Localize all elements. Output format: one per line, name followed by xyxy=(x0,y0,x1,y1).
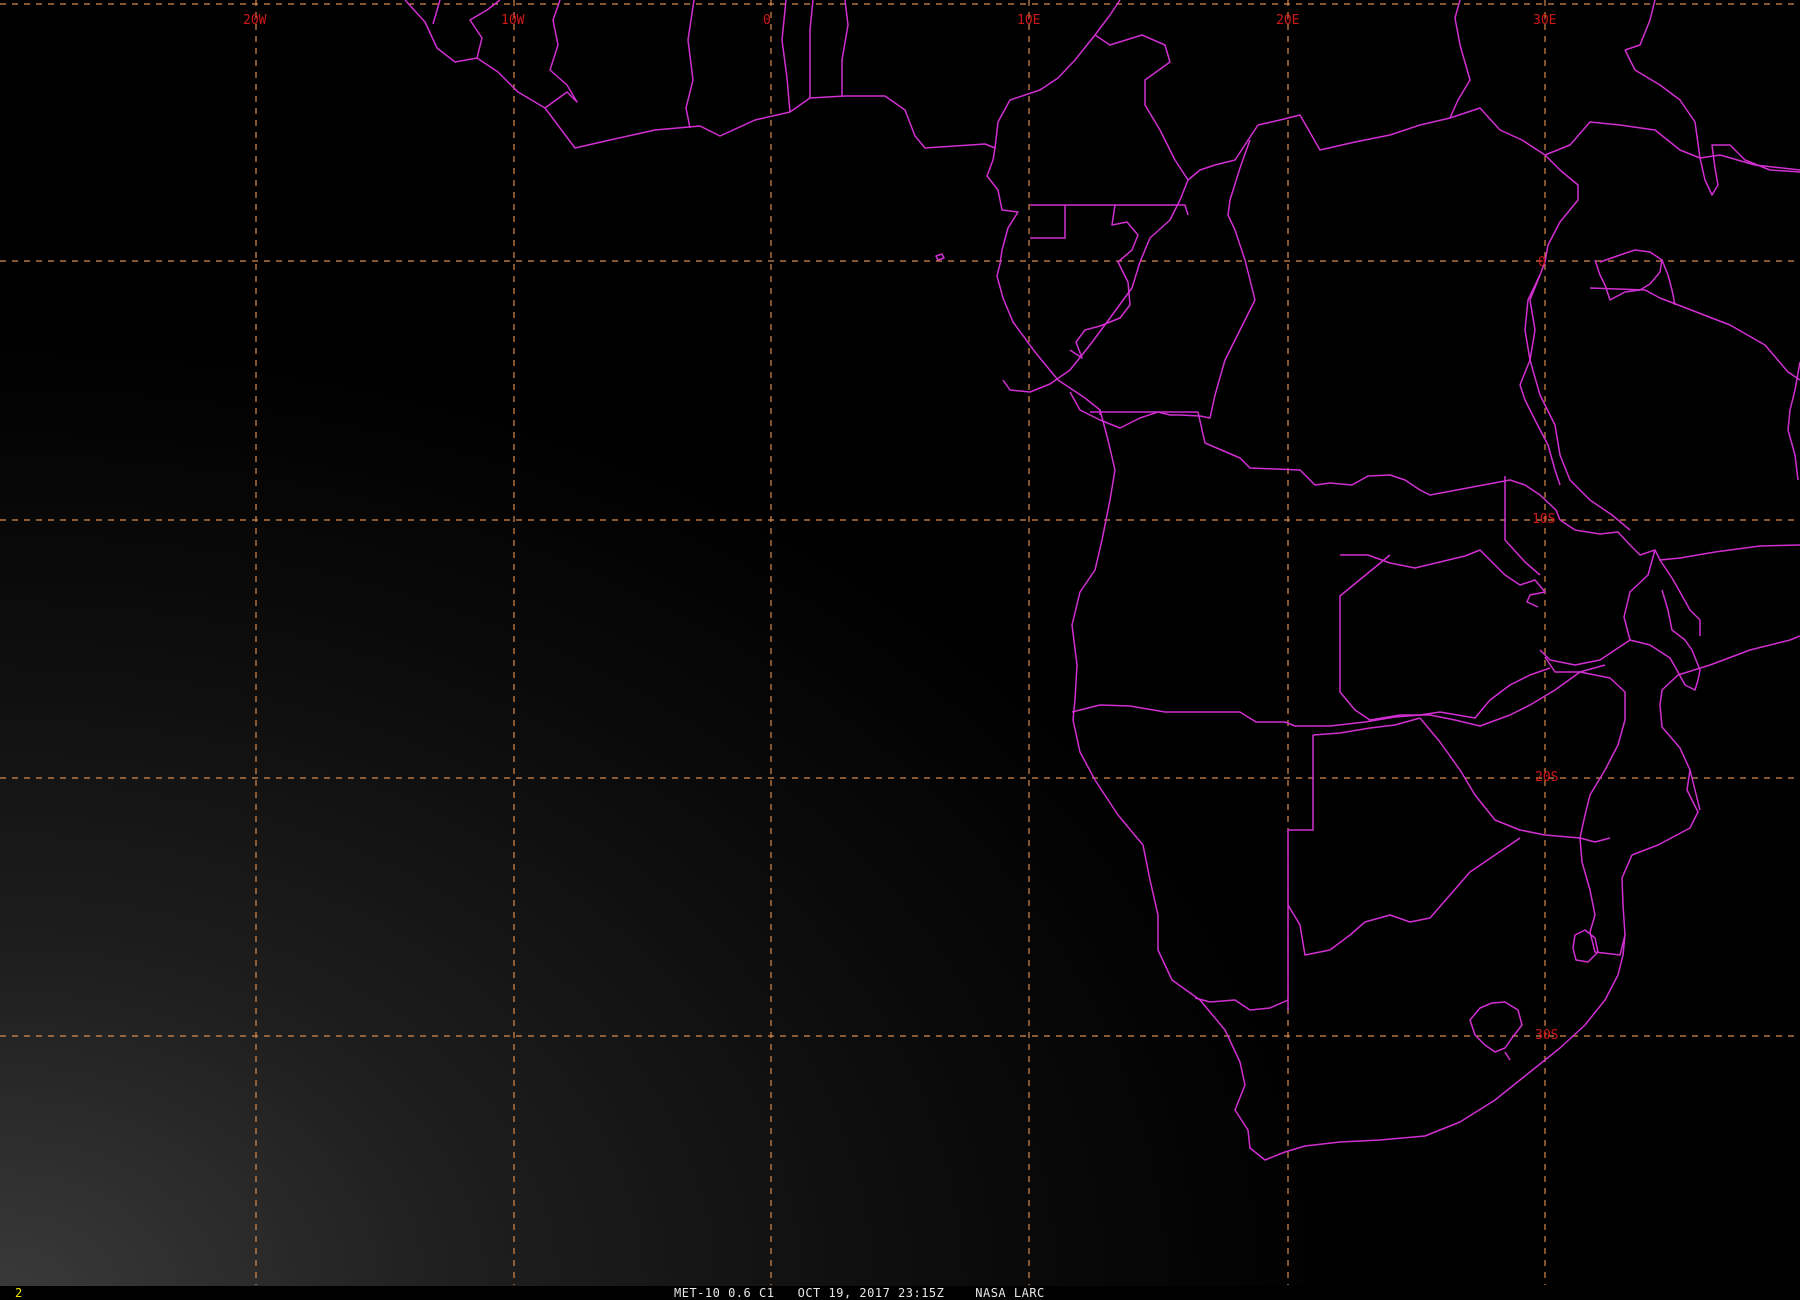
lon-label-10w: 10W xyxy=(501,13,525,28)
lat-label-0: 0 xyxy=(1538,255,1546,270)
lon-label-30e: 30E xyxy=(1533,13,1556,28)
status-bar: 2 MET-10 0.6 C1 OCT 19, 2017 23:15Z NASA… xyxy=(0,1286,1800,1300)
lon-label-20e: 20E xyxy=(1276,13,1299,28)
lat-label-30s: 30S xyxy=(1535,1028,1558,1043)
image-caption: MET-10 0.6 C1 OCT 19, 2017 23:15Z NASA L… xyxy=(674,1286,1045,1300)
lat-label-20s: 20S xyxy=(1535,770,1558,785)
ocean-glow xyxy=(0,0,1800,1300)
lon-label-10e: 10E xyxy=(1017,13,1040,28)
satellite-map: 20W 10W 0 10E 20E 30E 0 10S 20S 30S 2 ME… xyxy=(0,0,1800,1300)
frame-number: 2 xyxy=(15,1286,23,1300)
lon-label-0: 0 xyxy=(763,13,771,28)
lat-label-10s: 10S xyxy=(1532,512,1555,527)
map-canvas: 20W 10W 0 10E 20E 30E 0 10S 20S 30S xyxy=(0,0,1800,1300)
lon-label-20w: 20W xyxy=(243,13,267,28)
